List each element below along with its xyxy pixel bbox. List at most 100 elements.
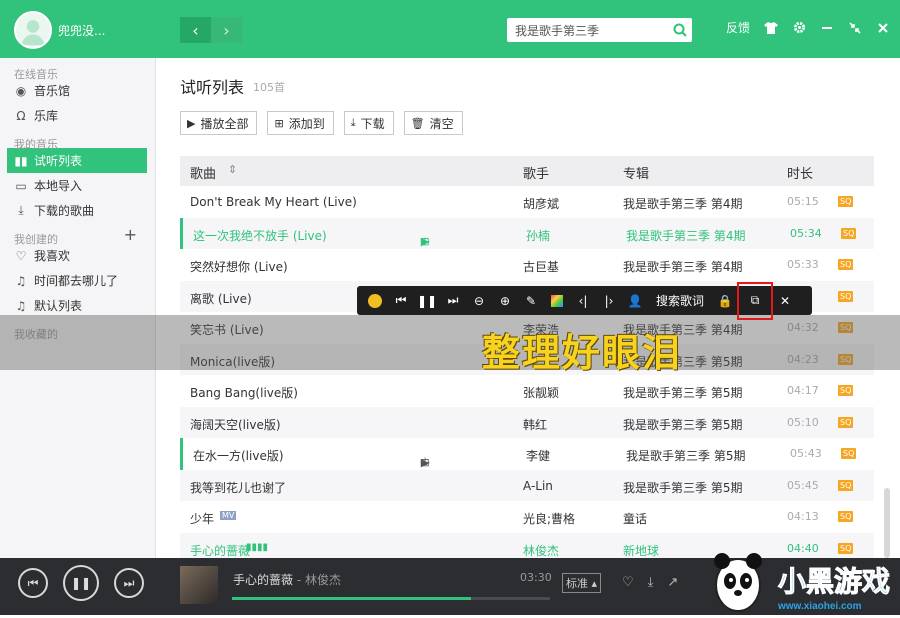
song-title[interactable]: 离歌 (Live): [190, 290, 252, 307]
column-song[interactable]: 歌曲: [190, 163, 216, 182]
column-album[interactable]: 专辑: [623, 163, 649, 182]
switch-window-icon[interactable]: ⧉: [737, 281, 774, 320]
shrink-icon[interactable]: [848, 21, 862, 35]
add-to-button[interactable]: ⊞ 添加到: [267, 111, 334, 135]
sidebar-item-library[interactable]: Ω 乐库: [7, 103, 147, 128]
progress-bar[interactable]: [232, 597, 550, 600]
lyric-logo-icon[interactable]: [362, 286, 388, 315]
song-artist[interactable]: 古巨基: [523, 258, 559, 275]
table-row[interactable]: 少年 光良;曹格 童话 04:13 MV SQ: [180, 501, 874, 533]
back-button[interactable]: ‹: [180, 17, 211, 43]
sidebar-item-local-import[interactable]: ▭ 本地导入: [7, 173, 147, 198]
song-title[interactable]: 这一次我绝不放手 (Live): [193, 227, 327, 244]
pause-button[interactable]: ❚❚: [63, 565, 99, 601]
now-playing[interactable]: 手心的蔷薇 - 林俊杰: [233, 571, 341, 588]
table-row[interactable]: Bang Bang(live版) 张靓颖 我是歌手第三季 第5期 04:17 SQ: [180, 375, 874, 407]
song-album[interactable]: 童话: [623, 510, 647, 527]
search-icon[interactable]: [668, 18, 692, 42]
album-cover[interactable]: [180, 566, 218, 604]
download-icon[interactable]: ⤓: [648, 575, 654, 590]
desktop-lyric-band[interactable]: [0, 315, 900, 370]
song-album[interactable]: 我是歌手第三季 第4期: [626, 227, 745, 244]
sidebar-item-where-time[interactable]: ♫ 时间都去哪儿了: [7, 268, 147, 293]
song-album[interactable]: 我是歌手第三季 第5期: [623, 416, 742, 433]
heart-icon[interactable]: ♡: [622, 575, 634, 590]
page-title: 试听列表: [180, 78, 245, 97]
add-playlist-icon[interactable]: +: [124, 225, 137, 244]
table-row[interactable]: 海阔天空(live版) 韩红 我是歌手第三季 第5期 05:10 SQ: [180, 406, 874, 438]
song-duration: 04:17: [787, 384, 819, 397]
song-artist[interactable]: A-Lin: [523, 479, 553, 493]
download-button[interactable]: ⤓ 下载: [343, 111, 394, 135]
search-box[interactable]: 我是歌手第三季: [507, 18, 692, 42]
share-icon[interactable]: ↗: [667, 575, 678, 590]
table-row[interactable]: Don't Break My Heart (Live) 胡彦斌 我是歌手第三季 第4…: [180, 186, 874, 218]
song-artist[interactable]: 光良;曹格: [523, 510, 575, 527]
column-artist[interactable]: 歌手: [523, 163, 549, 182]
lyric-backward-icon[interactable]: ‹|: [570, 286, 596, 315]
table-row[interactable]: 突然好想你 (Live) 古巨基 我是歌手第三季 第4期 05:33 SQ: [180, 249, 874, 281]
song-title[interactable]: 突然好想你 (Live): [190, 258, 288, 275]
avatar[interactable]: [14, 11, 52, 49]
song-album[interactable]: 我是歌手第三季 第5期: [623, 384, 742, 401]
user-edit-icon[interactable]: 👤: [622, 286, 648, 315]
song-artist[interactable]: 张靓颖: [523, 384, 559, 401]
lock-icon[interactable]: 🔒: [712, 286, 738, 315]
song-album[interactable]: 我是歌手第三季 第4期: [623, 195, 742, 212]
search-input[interactable]: 我是歌手第三季: [507, 22, 668, 39]
song-artist[interactable]: 孙楠: [526, 227, 550, 244]
more-icon[interactable]: ⋯: [417, 454, 433, 470]
song-title[interactable]: 少年: [190, 510, 214, 527]
download-icon: ⤓: [350, 116, 356, 129]
song-album[interactable]: 我是歌手第三季 第4期: [623, 258, 742, 275]
lyric-forward-icon[interactable]: |›: [596, 286, 622, 315]
minimize-icon[interactable]: [820, 21, 834, 35]
close-icon[interactable]: [876, 21, 890, 35]
forward-button[interactable]: ›: [211, 17, 242, 43]
zoom-out-icon[interactable]: ⊖: [466, 286, 492, 315]
song-artist[interactable]: 韩红: [523, 416, 547, 433]
sidebar-item-downloaded[interactable]: ⤓ 下载的歌曲: [7, 198, 147, 223]
song-title[interactable]: 我等到花儿也谢了: [190, 479, 286, 496]
song-artist[interactable]: 林俊杰: [523, 542, 559, 559]
song-title[interactable]: Bang Bang(live版): [190, 384, 298, 401]
zoom-in-icon[interactable]: ⊕: [492, 286, 518, 315]
more-icon[interactable]: ⋯: [417, 234, 433, 250]
previous-icon[interactable]: ⏮: [388, 286, 414, 315]
song-title[interactable]: 海阔天空(live版): [190, 416, 281, 433]
history-nav: ‹ ›: [180, 17, 242, 43]
tshirt-icon[interactable]: [764, 21, 778, 35]
font-pen-icon[interactable]: ✎: [518, 286, 544, 315]
play-all-button[interactable]: ▶ 播放全部: [180, 111, 258, 135]
close-lyric-icon[interactable]: ✕: [772, 286, 798, 315]
previous-track-button[interactable]: ⏮: [18, 568, 48, 598]
table-row[interactable]: 这一次我绝不放手 (Live) 孙楠 我是歌手第三季 第4期 05:34 SQ ▶ ⊞ ⤓ ⋯: [180, 217, 874, 250]
column-duration[interactable]: 时长: [787, 163, 813, 182]
gear-icon[interactable]: [792, 21, 806, 35]
username[interactable]: 兜兜没...: [58, 22, 105, 39]
song-artist[interactable]: 胡彦斌: [523, 195, 559, 212]
sort-icon[interactable]: ⇕: [228, 163, 237, 176]
quality-selector[interactable]: 标准 ▴: [562, 573, 602, 593]
table-row[interactable]: 我等到花儿也谢了 A-Lin 我是歌手第三季 第5期 05:45 SQ: [180, 469, 874, 501]
next-icon[interactable]: ⏭: [440, 286, 466, 315]
sidebar-item-label: 下载的歌曲: [34, 204, 95, 218]
sq-badge: SQ: [838, 385, 854, 396]
song-artist[interactable]: 李健: [526, 447, 550, 464]
section-my-music: 我的音乐: [14, 138, 58, 151]
song-title[interactable]: 手心的蔷薇: [190, 542, 250, 559]
song-title[interactable]: 在水一方(live版): [193, 447, 284, 464]
color-palette-icon[interactable]: [544, 286, 570, 315]
table-row[interactable]: 在水一方(live版) 李健 我是歌手第三季 第5期 05:43 SQ ▶ ⊞ ⤓ ⋯: [180, 438, 874, 470]
feedback-link[interactable]: 反馈: [726, 19, 750, 36]
song-album[interactable]: 我是歌手第三季 第5期: [626, 447, 745, 464]
clear-button[interactable]: 🗑 清空: [403, 111, 463, 135]
song-title[interactable]: Don't Break My Heart (Live): [190, 195, 357, 209]
pause-icon[interactable]: ❚❚: [414, 286, 440, 315]
search-lyrics-button[interactable]: 搜索歌词: [648, 286, 712, 315]
sq-badge: SQ: [841, 227, 857, 239]
song-album[interactable]: 新地球: [623, 542, 659, 559]
song-album[interactable]: 我是歌手第三季 第5期: [623, 479, 742, 496]
next-track-button[interactable]: ⏭: [114, 568, 144, 598]
mv-badge[interactable]: MV: [220, 511, 237, 520]
